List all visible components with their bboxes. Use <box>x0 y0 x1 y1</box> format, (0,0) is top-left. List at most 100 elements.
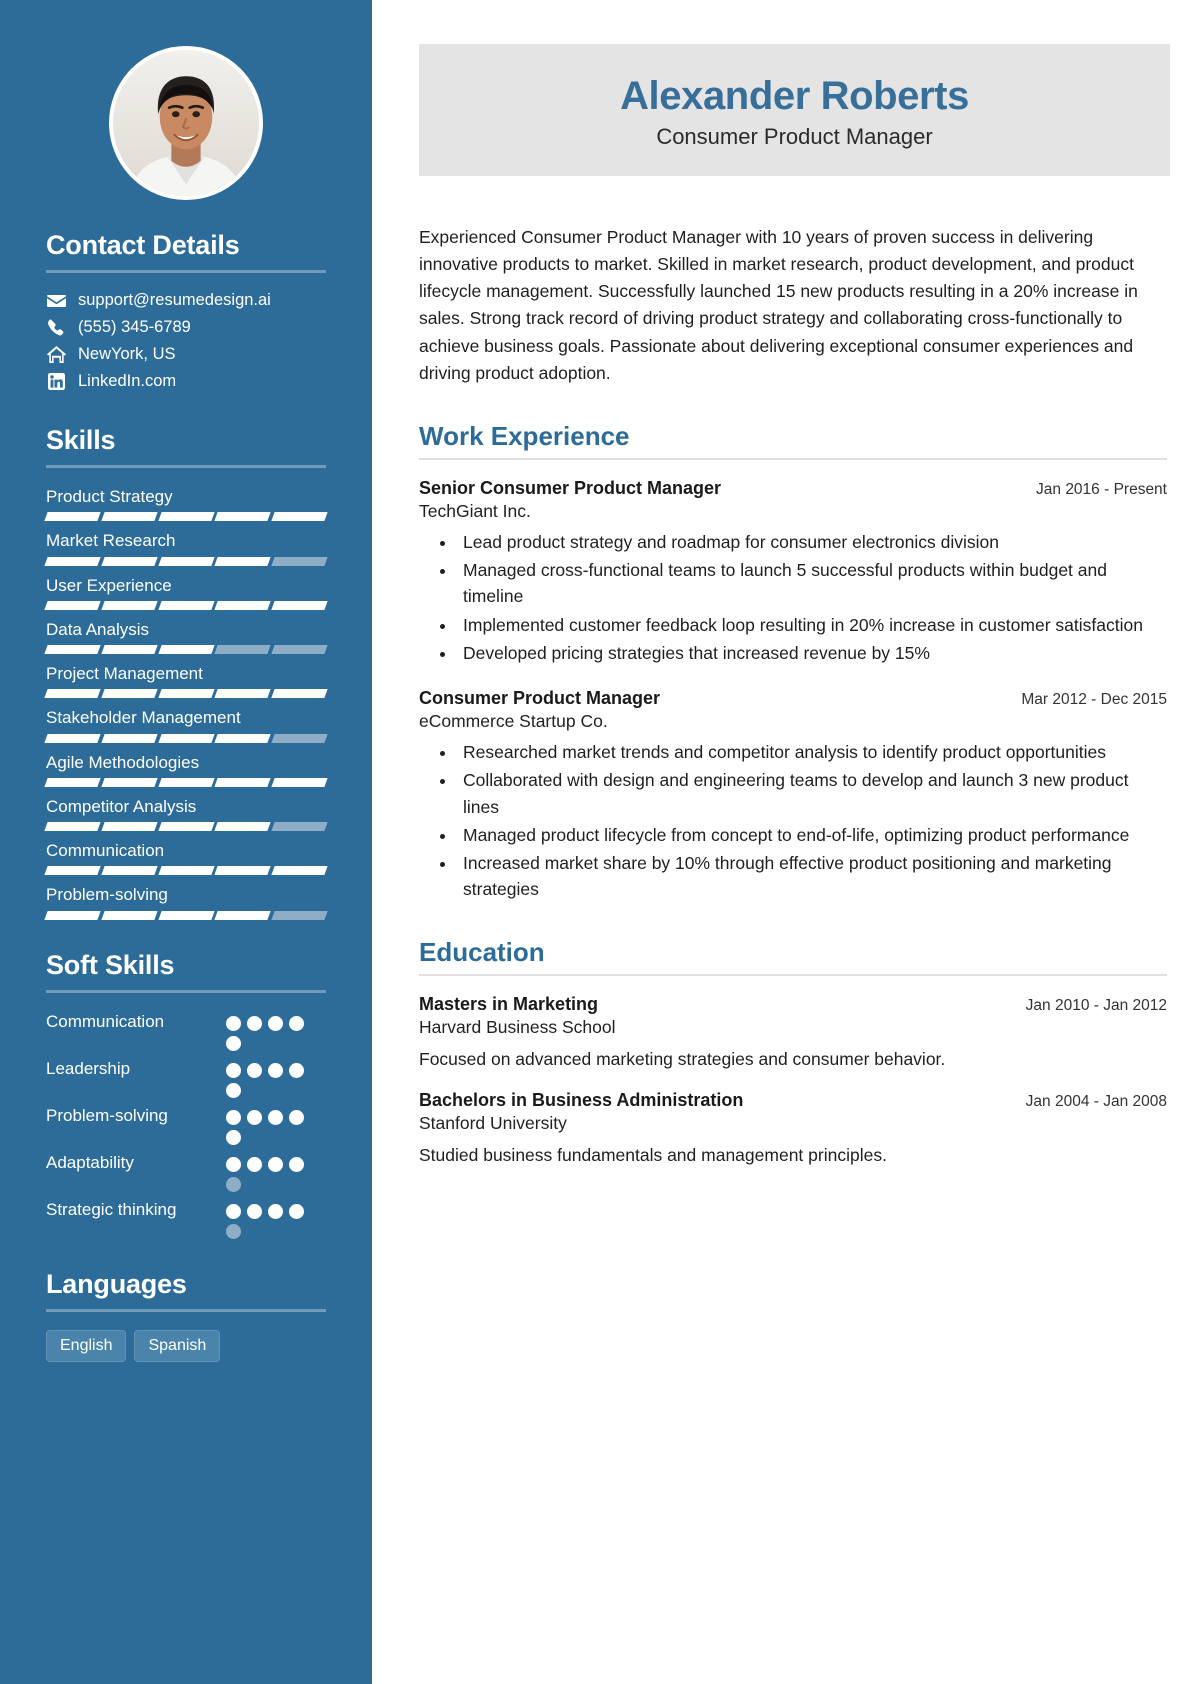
skill-label: Stakeholder Management <box>46 708 241 728</box>
skill-bar-segment <box>271 645 328 654</box>
rating-dot <box>226 1203 241 1219</box>
resume-page: Contact Details support@resumedesign.ai … <box>0 0 1200 1684</box>
skill-level-bar <box>44 689 328 699</box>
work-experience-heading: Work Experience <box>419 420 630 451</box>
rating-dot <box>247 1109 262 1125</box>
contact-phone-value: (555) 345-6789 <box>78 318 191 336</box>
contact-item-email[interactable]: support@resumedesign.ai <box>46 291 326 310</box>
skill-bar-segment <box>44 733 101 743</box>
rating-dot <box>226 1015 241 1031</box>
rating-dot <box>268 1203 283 1219</box>
sidebar: Contact Details support@resumedesign.ai … <box>0 0 372 1684</box>
soft-skill-item: Adaptability <box>46 1152 326 1192</box>
skill-level-bar <box>44 645 328 654</box>
skill-level-bar <box>44 777 328 787</box>
work-experience-section: Work Experience Senior Consumer Product … <box>419 421 1167 903</box>
skill-bar-segment <box>271 512 328 522</box>
language-tag: English <box>46 1329 127 1362</box>
skill-label: Communication <box>46 841 165 860</box>
skill-label: Project Management <box>46 664 203 683</box>
section-divider <box>46 270 326 273</box>
soft-skill-item: Leadership <box>46 1058 326 1098</box>
skill-bar-segment <box>214 866 271 876</box>
section-divider <box>419 973 1167 976</box>
education-list: Masters in Marketing Jan 2010 - Jan 2012 H… <box>419 994 1167 1169</box>
work-experience-entry: Senior Consumer Product Manager Jan 2016 … <box>419 478 1167 666</box>
languages-section: Languages English Spanish <box>46 1269 326 1362</box>
skill-bar-segment <box>44 689 101 699</box>
contact-item-location[interactable]: NewYork, US <box>46 345 326 364</box>
languages-heading: Languages <box>46 1268 187 1299</box>
soft-skill-rating <box>226 1152 312 1192</box>
skill-bar-segment <box>271 600 328 610</box>
skill-bar-segment <box>44 866 101 876</box>
skill-bar-segment <box>44 556 101 566</box>
contact-item-phone[interactable]: (555) 345-6789 <box>46 318 326 337</box>
name-banner: Alexander Roberts Consumer Product Manag… <box>419 44 1170 176</box>
skill-item: Communication <box>44 840 328 876</box>
rating-dot <box>268 1109 283 1125</box>
contact-email-value: support@resumedesign.ai <box>78 291 271 309</box>
skills-section: Skills Product Strategy Market Research Us… <box>44 425 328 920</box>
skill-bar-segment <box>214 556 271 566</box>
rating-dot <box>247 1203 262 1219</box>
responsibility-list: Lead product strategy and roadmap for co… <box>419 529 1167 666</box>
skill-bar-segment <box>101 866 158 876</box>
skill-bar-segment <box>214 600 271 610</box>
profile-photo-icon <box>113 50 259 196</box>
list-item: Managed cross-functional teams to launch… <box>457 557 1167 610</box>
rating-dot <box>226 1062 241 1078</box>
skill-item: Competitor Analysis <box>44 796 328 831</box>
avatar <box>109 46 263 200</box>
skill-bar-segment <box>271 556 328 566</box>
soft-skill-rating <box>226 1011 312 1051</box>
job-date-range: Mar 2012 - Dec 2015 <box>1021 691 1167 708</box>
skill-level-bar <box>44 512 328 522</box>
work-experience-list: Senior Consumer Product Manager Jan 2016 … <box>419 478 1167 903</box>
skill-bar-segment <box>101 556 158 566</box>
work-experience-entry: Consumer Product Manager Mar 2012 - Dec 2… <box>419 688 1167 903</box>
languages-tag-list: English Spanish <box>46 1329 326 1362</box>
professional-summary: Experienced Consumer Product Manager wit… <box>419 227 1138 383</box>
employer-name: TechGiant Inc. <box>419 500 531 521</box>
skill-bar-segment <box>157 866 215 876</box>
education-description: Studied business fundamentals and manage… <box>419 1144 887 1165</box>
skill-item: Agile Methodologies <box>44 752 328 787</box>
rating-dot <box>226 1035 241 1051</box>
skill-bar-segment <box>214 777 271 787</box>
education-section: Education Masters in Marketing Jan 2010 -… <box>419 937 1167 1169</box>
skill-level-bar <box>44 822 328 831</box>
skill-bar-segment <box>44 645 101 654</box>
rating-dot <box>289 1015 304 1031</box>
soft-skills-list: Communication Leadership Problem-solving Ad… <box>46 1011 326 1239</box>
skill-bar-segment <box>157 512 215 522</box>
section-divider <box>46 989 326 993</box>
contact-location-value: NewYork, US <box>78 345 176 363</box>
skills-list: Product Strategy Market Research User Expe… <box>44 486 328 920</box>
education-description: Focused on advanced marketing strategies… <box>419 1048 946 1069</box>
skill-bar-segment <box>271 777 328 787</box>
language-tag: Spanish <box>134 1329 221 1362</box>
rating-dot <box>226 1129 241 1145</box>
skill-label: Data Analysis <box>46 619 149 639</box>
education-date-range: Jan 2010 - Jan 2012 <box>1025 996 1167 1014</box>
skill-bar-segment <box>157 600 215 610</box>
soft-skill-label: Leadership <box>46 1058 131 1078</box>
rating-dot <box>247 1156 262 1172</box>
soft-skill-rating <box>226 1105 312 1145</box>
contact-item-linkedin[interactable]: LinkedIn.com <box>46 372 326 391</box>
education-date-range: Jan 2004 - Jan 2008 <box>1025 1092 1167 1110</box>
skill-bar-segment <box>214 689 271 699</box>
skill-bar-segment <box>101 910 158 920</box>
skill-item: Data Analysis <box>44 619 328 654</box>
skill-level-bar <box>44 600 328 610</box>
contact-details-heading: Contact Details <box>46 230 240 260</box>
list-item: Collaborated with design and engineering… <box>457 767 1167 820</box>
section-divider <box>419 457 1167 460</box>
phone-icon <box>46 319 66 336</box>
contact-list: support@resumedesign.ai (555) 345-6789 N… <box>46 291 326 391</box>
employer-name: eCommerce Startup Co. <box>419 711 608 731</box>
rating-dot <box>247 1062 262 1078</box>
linkedin-icon <box>46 373 66 390</box>
skill-bar-segment <box>101 822 158 831</box>
